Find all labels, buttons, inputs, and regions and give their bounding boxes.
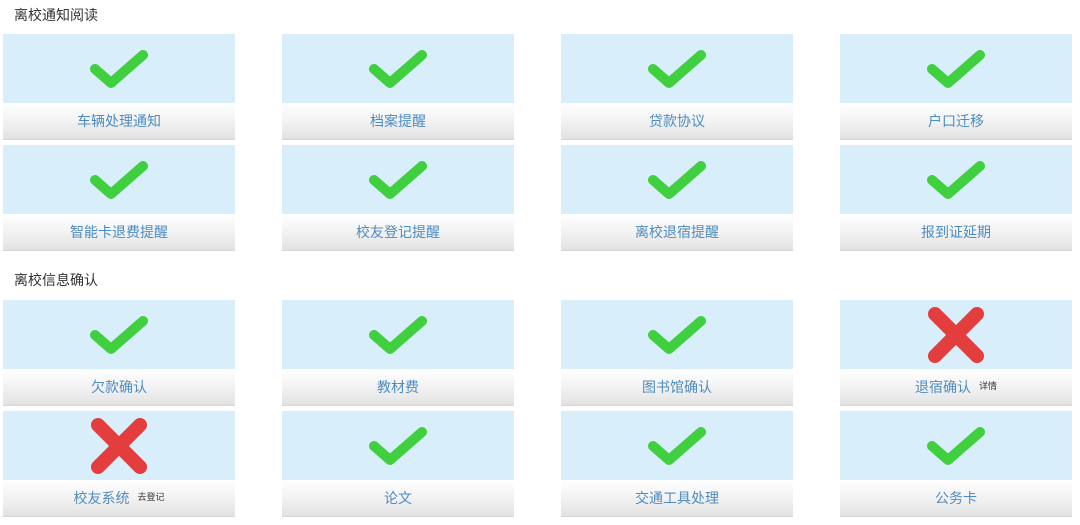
tile-extra-link[interactable]: 去登记 [137,490,164,503]
status-tile[interactable]: 退宿确认 详情 [840,300,1072,406]
status-tile[interactable]: 欠款确认 [3,300,235,406]
tile-label-bar: 车辆处理通知 [3,103,235,140]
tile-label: 离校退宿提醒 [635,225,719,241]
tile-label: 图书馆确认 [642,380,712,396]
check-icon [647,158,707,202]
tile-icon-area [3,411,235,480]
check-icon [89,47,149,91]
tile-icon-area [840,300,1072,369]
status-tile[interactable]: 贷款协议 [561,34,793,140]
tile-icon-area [282,411,514,480]
tile-label-bar: 报到证延期 [840,214,1072,251]
status-tile[interactable]: 档案提醒 [282,34,514,140]
tile-label-bar: 离校退宿提醒 [561,214,793,251]
check-icon [368,424,428,468]
tile-label-bar: 教材费 [282,369,514,406]
tile-label: 退宿确认 [914,380,971,396]
status-tile[interactable]: 离校退宿提醒 [561,145,793,251]
tile-label-bar: 公务卡 [840,480,1072,517]
notice-grid: 车辆处理通知 档案提醒 贷款协议 户口迁移智能卡退费提醒 校友登记提醒 离校退宿提醒 报到证… [3,34,1072,251]
tile-icon-area [282,145,514,214]
tile-icon-area [561,145,793,214]
cross-icon [927,306,985,364]
tile-extra-link[interactable]: 详情 [979,379,997,392]
section-title-notice: 离校通知阅读 [14,8,98,24]
tile-label-bar: 贷款协议 [561,103,793,140]
tile-label: 车辆处理通知 [77,114,161,130]
tile-label: 论文 [384,491,412,507]
confirm-grid: 欠款确认 教材费 图书馆确认 退宿确认 详情校友系统 去登记 论文 交通工具处理 公务卡 [3,300,1072,517]
tile-label: 贷款协议 [649,114,705,130]
status-tile[interactable]: 校友登记提醒 [282,145,514,251]
tile-label-bar: 户口迁移 [840,103,1072,140]
status-tile[interactable]: 校友系统 去登记 [3,411,235,517]
status-tile[interactable]: 教材费 [282,300,514,406]
tile-icon-area [282,34,514,103]
check-icon [926,47,986,91]
check-icon [926,158,986,202]
tile-label-bar: 智能卡退费提醒 [3,214,235,251]
check-icon [926,424,986,468]
check-icon [368,313,428,357]
tile-label-bar: 校友系统 去登记 [3,480,235,517]
tile-icon-area [3,34,235,103]
tile-icon-area [282,300,514,369]
tile-label: 报到证延期 [921,225,991,241]
tile-label-bar: 欠款确认 [3,369,235,406]
tile-label: 档案提醒 [370,114,426,130]
tile-label-bar: 交通工具处理 [561,480,793,517]
status-tile[interactable]: 户口迁移 [840,34,1072,140]
tile-label: 公务卡 [935,491,977,507]
tile-icon-area [840,34,1072,103]
status-tile[interactable]: 交通工具处理 [561,411,793,517]
status-tile[interactable]: 报到证延期 [840,145,1072,251]
tile-icon-area [3,145,235,214]
tile-label: 智能卡退费提醒 [70,225,168,241]
tile-label: 交通工具处理 [635,491,719,507]
tile-label-bar: 退宿确认 详情 [840,369,1072,406]
check-icon [647,313,707,357]
check-icon [89,158,149,202]
tile-label-bar: 校友登记提醒 [282,214,514,251]
cross-icon [90,417,148,475]
tile-label: 教材费 [377,380,419,396]
tile-label: 户口迁移 [928,114,984,130]
tile-label-bar: 档案提醒 [282,103,514,140]
tile-icon-area [561,411,793,480]
status-tile[interactable]: 论文 [282,411,514,517]
tile-icon-area [561,34,793,103]
tile-label: 校友登记提醒 [356,225,440,241]
check-icon [647,47,707,91]
tile-label-bar: 图书馆确认 [561,369,793,406]
status-tile[interactable]: 公务卡 [840,411,1072,517]
section-title-confirm: 离校信息确认 [14,273,98,289]
check-icon [368,47,428,91]
tile-label: 欠款确认 [91,380,147,396]
tile-icon-area [561,300,793,369]
tile-icon-area [840,411,1072,480]
tile-icon-area [3,300,235,369]
tile-label-bar: 论文 [282,480,514,517]
status-tile[interactable]: 智能卡退费提醒 [3,145,235,251]
check-icon [647,424,707,468]
tile-icon-area [840,145,1072,214]
check-icon [368,158,428,202]
check-icon [89,313,149,357]
status-tile[interactable]: 车辆处理通知 [3,34,235,140]
tile-label: 校友系统 [73,491,130,507]
status-tile[interactable]: 图书馆确认 [561,300,793,406]
